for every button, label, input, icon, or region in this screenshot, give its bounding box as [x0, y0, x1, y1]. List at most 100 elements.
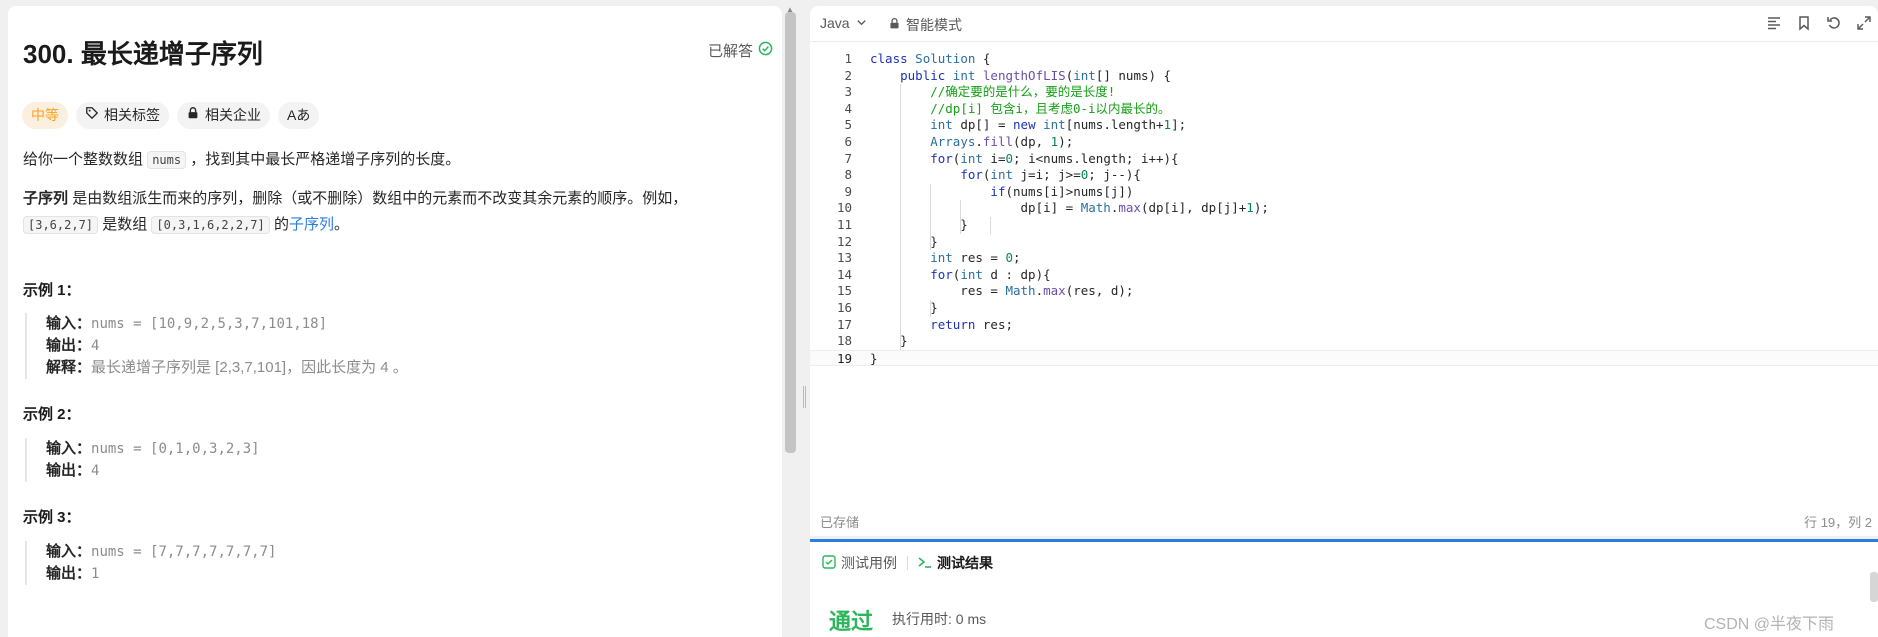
companies-label: 相关企业: [205, 107, 261, 123]
companies-tag-button[interactable]: 相关企业: [177, 102, 270, 129]
tab-result[interactable]: 测试结果: [918, 553, 993, 573]
code-line[interactable]: 14 for(int d : dp){: [810, 267, 1878, 284]
example-2-title: 示例 2：: [23, 406, 81, 423]
code-text: class Solution {: [870, 51, 991, 66]
problem-panel: 300. 最长递增子序列 已解答 中等 相关标签 相关企业 Aあ 给你一个整数数…: [8, 6, 782, 637]
example-1-title: 示例 1：: [23, 282, 81, 299]
code-text: if(nums[i]>nums[j]): [990, 183, 1134, 199]
code-editor-panel: Java 智能模式 1 class Solution {2 public int …: [810, 6, 1878, 536]
indent-guide: [900, 84, 902, 350]
mode-label: 智能模式: [906, 17, 962, 33]
problem-description: 给你一个整数数组 nums ，找到其中最长严格递增子序列的长度。: [23, 151, 461, 169]
topics-label: 相关标签: [104, 107, 160, 123]
result-status: 通过: [829, 609, 874, 634]
line-number: 11: [836, 217, 852, 232]
difficulty-badge[interactable]: 中等: [22, 102, 68, 129]
scrollbar-thumb[interactable]: [785, 12, 796, 453]
example-3-title: 示例 3：: [23, 509, 81, 526]
format-icon[interactable]: [1766, 15, 1782, 31]
splitter-grip-icon[interactable]: [803, 386, 806, 408]
chevron-down-icon: [856, 15, 867, 31]
line-number: 6: [844, 134, 852, 149]
code-line[interactable]: 3 //确定要的是什么，要的是长度!: [810, 84, 1878, 101]
language-select[interactable]: Java: [820, 15, 867, 31]
solved-label: 已解答: [707, 43, 753, 60]
code-line[interactable]: 8 for(int j=i; j>=0; j--){: [810, 167, 1878, 184]
code-line[interactable]: 10 dp[i] = Math.max(dp[i], dp[j]+1);: [810, 200, 1878, 217]
code-text: }: [870, 233, 938, 249]
editor-status-bar: 已存储 行 19，列 2: [810, 505, 1878, 535]
example-1-block: 输入：nums = [10,9,2,5,3,7,101,18] 输出：4 解释：…: [25, 313, 765, 379]
reset-icon[interactable]: [1826, 15, 1842, 31]
code-text: res = Math.max(res, d);: [870, 283, 1134, 299]
code-line[interactable]: 4 //dp[i] 包含i，且考虑0-i以内最长的。: [810, 101, 1878, 118]
code-text: return res;: [930, 316, 1014, 332]
code-line[interactable]: 16 }: [810, 300, 1878, 317]
tab-testcase-label: 测试用例: [841, 555, 897, 571]
topics-tag-button[interactable]: 相关标签: [76, 102, 169, 129]
line-number: 8: [844, 167, 852, 183]
indent-guide: [930, 183, 932, 251]
console-panel: 测试用例 测试结果 通过 执行用时: 0 ms CSDN @半夜下雨: [810, 539, 1878, 637]
code-text: for(int d : dp){: [930, 266, 1051, 282]
code-text: }: [870, 217, 968, 232]
language-label: Java: [820, 15, 850, 31]
code-line[interactable]: 11 }: [810, 217, 1878, 234]
code-text: int dp[] = new int[nums.length+1];: [930, 117, 1187, 133]
console-scrollbar[interactable]: [1870, 572, 1878, 602]
line-number: 14: [836, 266, 852, 282]
font-size-button[interactable]: Aあ: [278, 102, 320, 129]
line-number: 15: [836, 283, 852, 299]
code-line[interactable]: 2 public int lengthOfLIS(int[] nums) {: [810, 68, 1878, 85]
difficulty-label: 中等: [31, 107, 59, 123]
panel-splitter[interactable]: [799, 0, 810, 637]
code-text: public int lengthOfLIS(int[] nums) {: [900, 67, 1172, 83]
line-number: 3: [844, 84, 852, 100]
bookmark-icon[interactable]: [1796, 15, 1812, 31]
subsequence-link[interactable]: 子序列: [289, 216, 334, 233]
problem-header: 300. 最长递增子序列 已解答: [23, 34, 773, 70]
watermark: CSDN @半夜下雨: [1703, 616, 1834, 633]
terminal-icon: [918, 555, 932, 572]
editor-tools: [1766, 15, 1872, 31]
lock-icon: [186, 102, 200, 129]
tab-result-label: 测试结果: [937, 555, 993, 571]
check-circle-icon: [758, 41, 773, 60]
code-text: //确定要的是什么，要的是长度!: [930, 84, 1116, 100]
line-number: 17: [836, 316, 852, 332]
line-number: 7: [844, 150, 852, 166]
code-line[interactable]: 5 int dp[] = new int[nums.length+1];: [810, 117, 1878, 134]
code-line[interactable]: 9 if(nums[i]>nums[j]): [810, 184, 1878, 201]
code-line[interactable]: 1 class Solution {: [810, 51, 1878, 68]
code-area[interactable]: 1 class Solution {2 public int lengthOfLI…: [810, 51, 1878, 511]
code-text: int res = 0;: [930, 250, 1021, 266]
code-line[interactable]: 19}: [810, 349, 1878, 367]
smart-mode-toggle[interactable]: 智能模式: [888, 15, 962, 35]
lock-icon: [888, 17, 901, 33]
expand-icon[interactable]: [1856, 15, 1872, 31]
line-number: 13: [836, 250, 852, 266]
code-line[interactable]: 15 res = Math.max(res, d);: [810, 283, 1878, 300]
code-text: }: [870, 350, 878, 366]
cursor-position: 行 19，列 2: [1804, 515, 1872, 530]
code-text: }: [870, 333, 908, 349]
tab-divider: [907, 556, 908, 570]
code-line[interactable]: 7 for(int i=0; i<nums.length; i++){: [810, 151, 1878, 168]
example-3-block: 输入：nums = [7,7,7,7,7,7,7] 输出：1: [25, 541, 765, 585]
code-line[interactable]: 12 }: [810, 234, 1878, 251]
line-number: 10: [836, 200, 852, 216]
code-text: for(int i=0; i<nums.length; i++){: [930, 150, 1179, 166]
solved-status: 已解答: [708, 40, 773, 61]
code-line[interactable]: 17 return res;: [810, 317, 1878, 334]
problem-title[interactable]: 300. 最长递增子序列: [23, 34, 773, 71]
code-line[interactable]: 6 Arrays.fill(dp, 1);: [810, 134, 1878, 151]
code-line[interactable]: 18 }: [810, 333, 1878, 350]
translate-icon: Aあ: [287, 107, 311, 123]
line-number: 18: [836, 333, 852, 349]
code-line[interactable]: 13 int res = 0;: [810, 250, 1878, 267]
tab-testcase[interactable]: 测试用例: [822, 553, 897, 573]
code-text: for(int j=i; j>=0; j--){: [960, 167, 1141, 183]
problem-scrollbar[interactable]: ▲: [782, 6, 799, 637]
checkbox-icon: [822, 554, 836, 572]
line-number: 19: [836, 350, 852, 366]
